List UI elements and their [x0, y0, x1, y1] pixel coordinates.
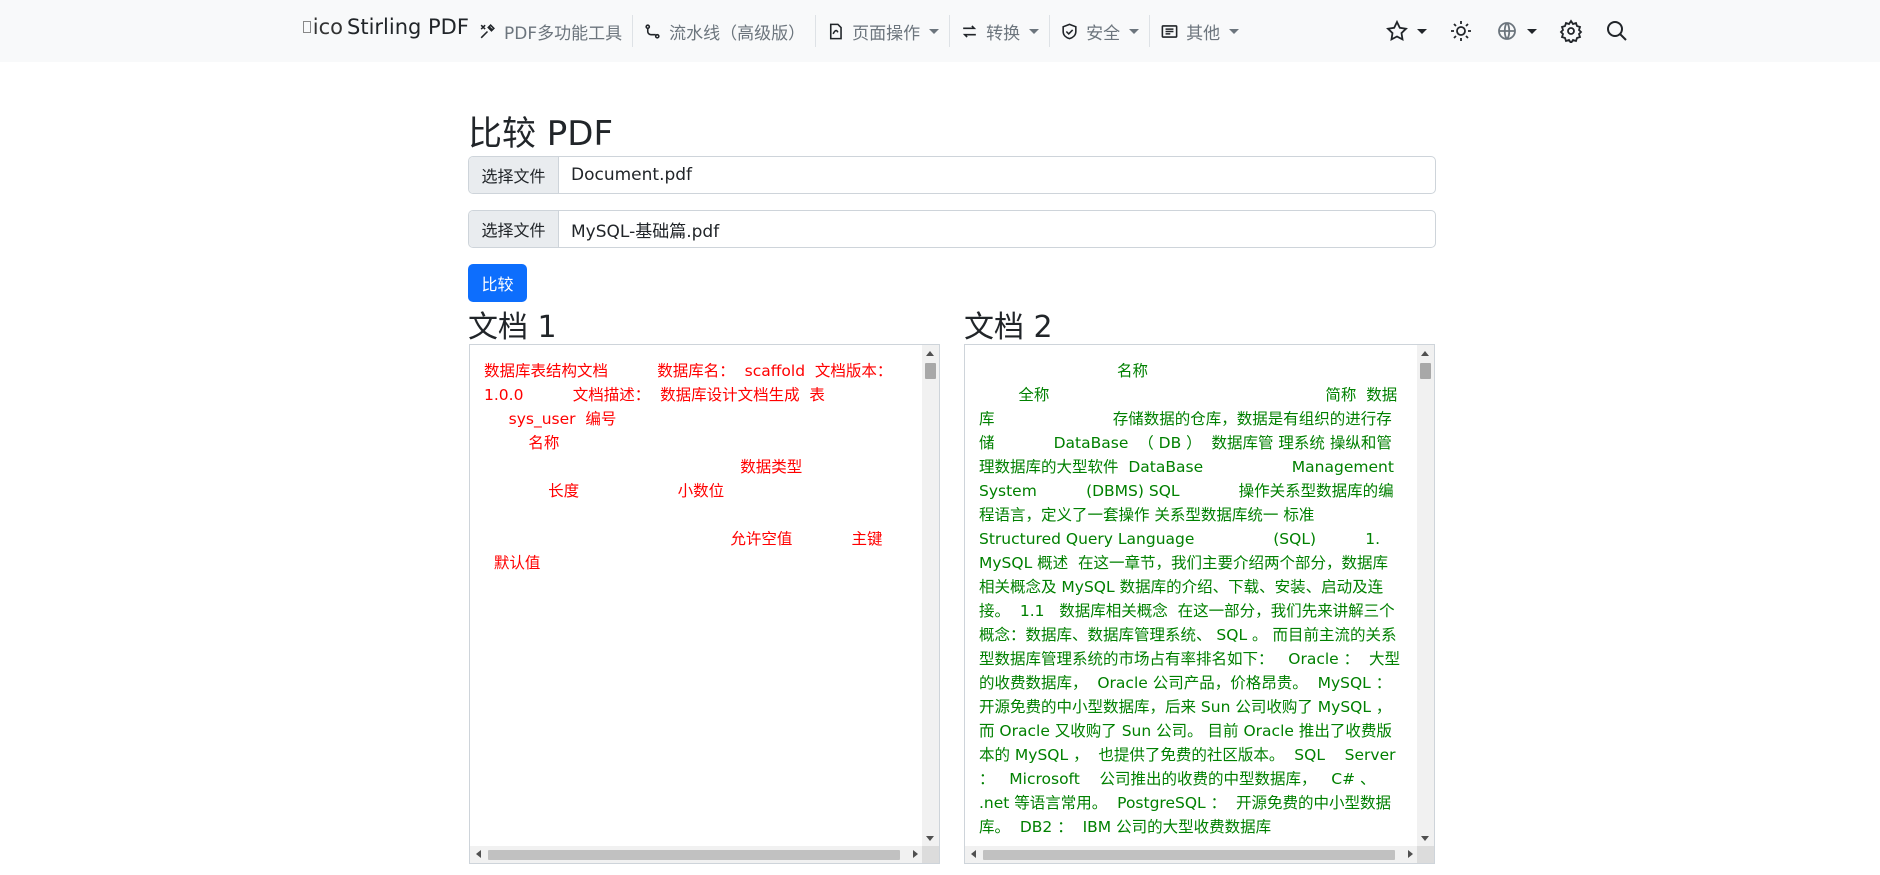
doc2-panel[interactable]: 名称 全称 简称 数据库 存储数据的仓库，数据是有组织的进行存储 DataBas… — [964, 344, 1435, 864]
doc2-vertical-scrollbar[interactable] — [1417, 345, 1434, 847]
chevron-down-icon — [1229, 28, 1240, 34]
file-name-2: MySQL-基础篇.pdf — [571, 221, 720, 242]
doc1-panel[interactable]: 数据库表结构文档 数据库名： scaffold 文档版本： 1.0.0 文档描述… — [469, 344, 940, 864]
chevron-down-icon — [929, 28, 940, 34]
tools-icon — [480, 23, 495, 38]
shield-check-icon — [1062, 23, 1077, 39]
settings-button[interactable] — [1559, 19, 1583, 43]
sun-icon — [1451, 21, 1471, 41]
doc1-horizontal-scrollbar[interactable] — [470, 846, 924, 863]
choose-file-button-1[interactable]: 选择文件 — [469, 157, 559, 193]
file-input-1[interactable]: 选择文件 Document.pdf — [468, 156, 1436, 194]
scroll-thumb[interactable] — [488, 850, 900, 860]
favorites-dropdown[interactable] — [1385, 19, 1427, 43]
doc2-horizontal-scrollbar[interactable] — [965, 846, 1419, 863]
scroll-left-icon[interactable] — [971, 850, 976, 858]
nav-label: 安全 — [1086, 23, 1121, 44]
scroll-down-icon[interactable] — [926, 836, 934, 841]
list-card-icon — [1161, 24, 1178, 38]
doc1-vertical-scrollbar[interactable] — [922, 345, 939, 847]
search-icon — [1607, 21, 1627, 41]
theme-toggle[interactable] — [1449, 19, 1473, 43]
nav-other[interactable]: 其他 — [1150, 0, 1249, 62]
doc2-title: 文档 2 — [964, 310, 1053, 345]
scroll-corner — [1417, 846, 1434, 863]
nav-label: 页面操作 — [852, 23, 921, 44]
compare-button[interactable]: 比较 — [468, 264, 527, 302]
chevron-down-icon — [1129, 28, 1140, 34]
nav-label: 转换 — [986, 23, 1021, 44]
chevron-down-icon — [1417, 28, 1427, 34]
nav-label: PDF多功能工具 — [504, 23, 623, 44]
scroll-left-icon[interactable] — [476, 850, 481, 858]
scroll-down-icon[interactable] — [1421, 836, 1429, 841]
nav-convert[interactable]: 转换 — [950, 0, 1049, 62]
choose-file-button-2[interactable]: 选择文件 — [469, 211, 559, 247]
brand-name: Stirling PDF — [347, 15, 469, 39]
nav-pipeline[interactable]: 流水线（高级版） — [633, 0, 815, 62]
nav-label: 流水线（高级版） — [669, 23, 806, 44]
search-button[interactable] — [1605, 19, 1629, 43]
globe-icon — [1498, 22, 1516, 40]
nav-page-ops[interactable]: 页面操作 — [816, 0, 949, 62]
gear-icon — [1559, 19, 1583, 43]
nav-right-tools — [1385, 0, 1651, 62]
navbar: ico Stirling PDF PDF多功能工具 流水线（高级版） 页面操作 … — [0, 0, 1880, 62]
pipeline-icon — [645, 23, 660, 39]
scroll-corner — [922, 846, 939, 863]
scroll-thumb[interactable] — [925, 363, 936, 379]
doc1-text: 数据库表结构文档 数据库名： scaffold 文档版本： 1.0.0 文档描述… — [484, 362, 893, 572]
broken-logo-icon: ico — [303, 11, 343, 43]
nav-multi-tool[interactable]: PDF多功能工具 — [468, 0, 632, 62]
file-pdf-icon — [830, 23, 842, 39]
nav-label: 其他 — [1186, 23, 1221, 44]
scroll-thumb[interactable] — [983, 850, 1395, 860]
brand-link[interactable]: ico Stirling PDF — [303, 11, 469, 43]
file-input-2[interactable]: 选择文件 MySQL-基础篇.pdf — [468, 210, 1436, 248]
nav-security[interactable]: 安全 — [1050, 0, 1149, 62]
chevron-down-icon — [1527, 28, 1537, 34]
star-icon — [1386, 19, 1408, 42]
chevron-down-icon — [1029, 28, 1040, 34]
file-name-1: Document.pdf — [571, 165, 693, 185]
scroll-up-icon[interactable] — [1421, 351, 1429, 356]
doc1-title: 文档 1 — [468, 310, 557, 345]
main-nav: PDF多功能工具 流水线（高级版） 页面操作 转换 安全 其他 — [468, 0, 1249, 62]
arrows-exchange-icon — [962, 24, 977, 38]
scroll-up-icon[interactable] — [926, 351, 934, 356]
language-dropdown[interactable] — [1495, 19, 1537, 43]
scroll-right-icon[interactable] — [1408, 850, 1413, 858]
page-title: 比较 PDF — [468, 114, 614, 154]
doc2-text: 名称 全称 简称 数据库 存储数据的仓库，数据是有组织的进行存储 DataBas… — [979, 362, 1400, 836]
scroll-right-icon[interactable] — [913, 850, 918, 858]
scroll-thumb[interactable] — [1420, 363, 1431, 379]
